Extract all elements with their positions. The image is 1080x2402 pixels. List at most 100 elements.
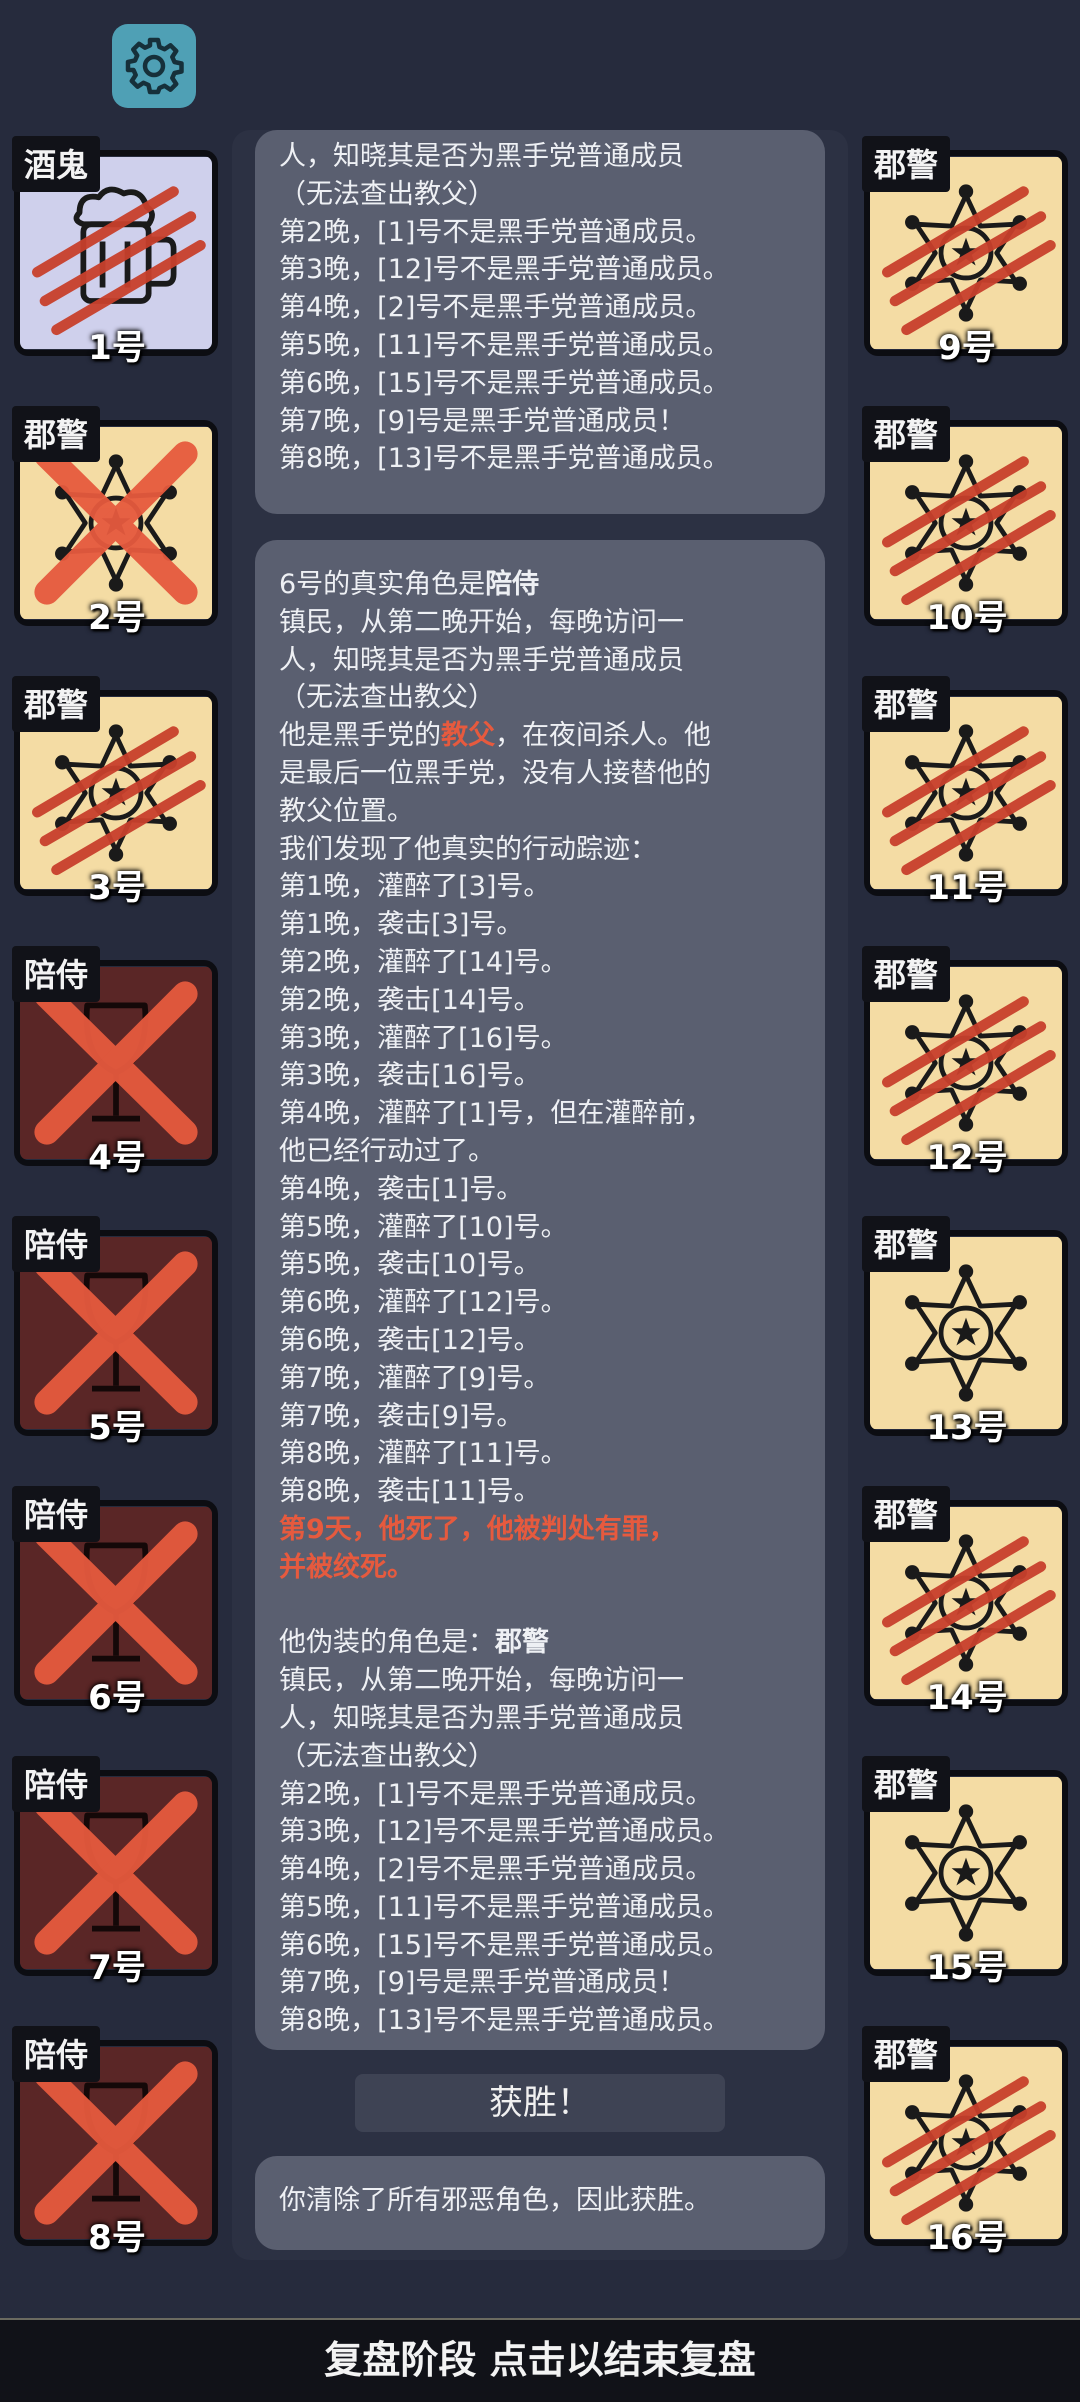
role-description-line: 镇民，从第二晚开始，每晚访问一 [279, 606, 684, 638]
gear-icon [125, 37, 184, 95]
player-number: 13号 [926, 1408, 1008, 1448]
player-number: 16号 [926, 2218, 1008, 2258]
player-number: 7号 [88, 1948, 146, 1988]
action-track-line: 第1晚，灌醉了[3]号。 [279, 871, 551, 903]
player-role-label: 陪侍 [12, 2026, 101, 2082]
true-role-line: 6号的真实角色是陪侍 [279, 569, 540, 600]
godfather-description-line: 教父位置。 [279, 795, 414, 827]
player-role-label: 郡警 [862, 1216, 951, 1272]
player-role-label: 陪侍 [12, 946, 101, 1002]
investigation-result-line: 第5晚，[11]号不是黑手党普通成员。 [279, 1891, 730, 1923]
investigation-result-line: 第4晚，[2]号不是黑手党普通成员。 [279, 1854, 713, 1886]
log-line: 第2晚，[1]号不是黑手党普通成员。 [279, 216, 713, 248]
log-line: 第5晚，[11]号不是黑手党普通成员。 [279, 329, 730, 361]
player-card[interactable]: 郡警 9号 [862, 136, 1072, 420]
action-track-line: 第2晚，灌醉了[14]号。 [279, 946, 568, 978]
investigation-result-line: 第2晚，[1]号不是黑手党普通成员。 [279, 1778, 713, 1810]
action-track-line: 他已经行动过了。 [279, 1135, 495, 1167]
investigation-result-line: 第3晚，[12]号不是黑手党普通成员。 [279, 1816, 730, 1848]
player-number: 1号 [88, 328, 146, 368]
log-line: 第4晚，[2]号不是黑手党普通成员。 [279, 292, 713, 324]
player-role-label: 郡警 [862, 946, 951, 1002]
player-number: 8号 [88, 2218, 146, 2258]
action-track-line: 第8晚，灌醉了[11]号。 [279, 1438, 568, 1470]
disguise-line: 他伪装的角色是：郡警 [279, 1627, 549, 1659]
player-card[interactable]: 郡警 11号 [862, 676, 1072, 960]
player-role-label: 郡警 [862, 406, 951, 462]
player-number: 4号 [88, 1138, 146, 1178]
disguise-description-line: 人，知晓其是否为黑手党普通成员 [279, 1702, 684, 1734]
death-line: 并被绞死。 [279, 1551, 414, 1583]
player-card[interactable]: 郡警 16号 [862, 2026, 1072, 2310]
end-review-button[interactable]: 复盘阶段 点击以结束复盘 [0, 2318, 1080, 2402]
player-number: 3号 [88, 868, 146, 908]
log-panel-player-6: 6号的真实角色是陪侍 镇民，从第二晚开始，每晚访问一 人，知晓其是否为黑手党普通成… [255, 540, 825, 2050]
player-card[interactable]: 郡警 2号 [12, 406, 222, 690]
player-card[interactable]: 酒鬼 1号 [12, 136, 222, 420]
log-line: （无法查出教父） [279, 178, 495, 210]
action-track-line: 第4晚，袭击[1]号。 [279, 1173, 524, 1205]
player-role-label: 陪侍 [12, 1756, 101, 1812]
player-number: 5号 [88, 1408, 146, 1448]
player-role-label: 酒鬼 [12, 136, 101, 192]
death-line: 第9天，他死了，他被判处有罪， [279, 1513, 676, 1545]
log-line: 人，知晓其是否为黑手党普通成员 [279, 141, 684, 172]
victory-message: 你清除了所有邪恶角色，因此获胜。 [279, 2185, 711, 2216]
player-role-label: 郡警 [862, 1486, 951, 1542]
investigation-result-line: 第7晚，[9]号是黑手党普通成员！ [279, 1967, 686, 1999]
player-role-label: 郡警 [12, 406, 101, 462]
player-number: 10号 [926, 598, 1008, 638]
player-role-label: 郡警 [862, 2026, 951, 2082]
action-track-line: 第5晚，灌醉了[10]号。 [279, 1211, 568, 1243]
role-description-line: （无法查出教父） [279, 682, 495, 714]
player-card[interactable]: 郡警 3号 [12, 676, 222, 960]
player-number: 11号 [926, 868, 1008, 908]
player-card[interactable]: 郡警 13号 [862, 1216, 1072, 1500]
action-track-line: 第5晚，袭击[10]号。 [279, 1249, 541, 1281]
disguise-description-line: （无法查出教父） [279, 1740, 495, 1772]
action-track-line: 第7晚，灌醉了[9]号。 [279, 1362, 551, 1394]
log-line: 第3晚，[12]号不是黑手党普通成员。 [279, 254, 730, 286]
victory-banner: 获胜！ [355, 2074, 725, 2132]
player-role-label: 郡警 [12, 676, 101, 732]
log-line: 第8晚，[13]号不是黑手党普通成员。 [279, 443, 730, 475]
role-description-line: 人，知晓其是否为黑手党普通成员 [279, 644, 684, 676]
left-player-column: 酒鬼 1号 郡警 2号 郡警 3号 陪侍 4号 陪侍 5号 陪侍 6号 陪侍 7… [12, 136, 222, 2310]
player-number: 6号 [88, 1678, 146, 1718]
player-card[interactable]: 郡警 10号 [862, 406, 1072, 690]
player-card[interactable]: 郡警 15号 [862, 1756, 1072, 2040]
log-line: 第7晚，[9]号是黑手党普通成员！ [279, 405, 686, 437]
player-number: 14号 [926, 1678, 1008, 1718]
tracks-intro: 我们发现了他真实的行动踪迹： [279, 833, 657, 865]
player-card[interactable]: 陪侍 5号 [12, 1216, 222, 1500]
disguise-description-line: 镇民，从第二晚开始，每晚访问一 [279, 1665, 684, 1697]
action-track-line: 第4晚，灌醉了[1]号，但在灌醉前， [279, 1098, 713, 1130]
log-line: 第6晚，[15]号不是黑手党普通成员。 [279, 367, 730, 399]
investigation-result-line: 第6晚，[15]号不是黑手党普通成员。 [279, 1929, 730, 1961]
right-player-column: 郡警 9号 郡警 10号 郡警 11号 郡警 12号 郡警 13号 郡警 14号… [862, 136, 1072, 2310]
player-card[interactable]: 陪侍 4号 [12, 946, 222, 1230]
action-track-line: 第3晚，袭击[16]号。 [279, 1060, 541, 1092]
player-card[interactable]: 郡警 12号 [862, 946, 1072, 1230]
action-track-line: 第3晚，灌醉了[16]号。 [279, 1022, 568, 1054]
action-track-line: 第6晚，袭击[12]号。 [279, 1324, 541, 1356]
player-number: 2号 [88, 598, 146, 638]
godfather-line: 他是黑手党的教父，在夜间杀人。他 [279, 720, 711, 752]
player-role-label: 郡警 [862, 136, 951, 192]
player-card[interactable]: 陪侍 8号 [12, 2026, 222, 2310]
player-number: 15号 [926, 1948, 1008, 1988]
action-track-line: 第7晚，袭击[9]号。 [279, 1400, 524, 1432]
action-track-line: 第2晚，袭击[14]号。 [279, 984, 541, 1016]
player-role-label: 郡警 [862, 1756, 951, 1812]
settings-button[interactable] [112, 24, 196, 108]
player-number: 9号 [938, 328, 996, 368]
action-track-line: 第6晚，灌醉了[12]号。 [279, 1287, 568, 1319]
action-track-line: 第8晚，袭击[11]号。 [279, 1476, 541, 1508]
player-role-label: 陪侍 [12, 1216, 101, 1272]
player-card[interactable]: 郡警 14号 [862, 1486, 1072, 1770]
victory-message-panel: 你清除了所有邪恶角色，因此获胜。 [255, 2156, 825, 2250]
player-role-label: 郡警 [862, 676, 951, 732]
player-card[interactable]: 陪侍 6号 [12, 1486, 222, 1770]
player-role-label: 陪侍 [12, 1486, 101, 1542]
player-card[interactable]: 陪侍 7号 [12, 1756, 222, 2040]
